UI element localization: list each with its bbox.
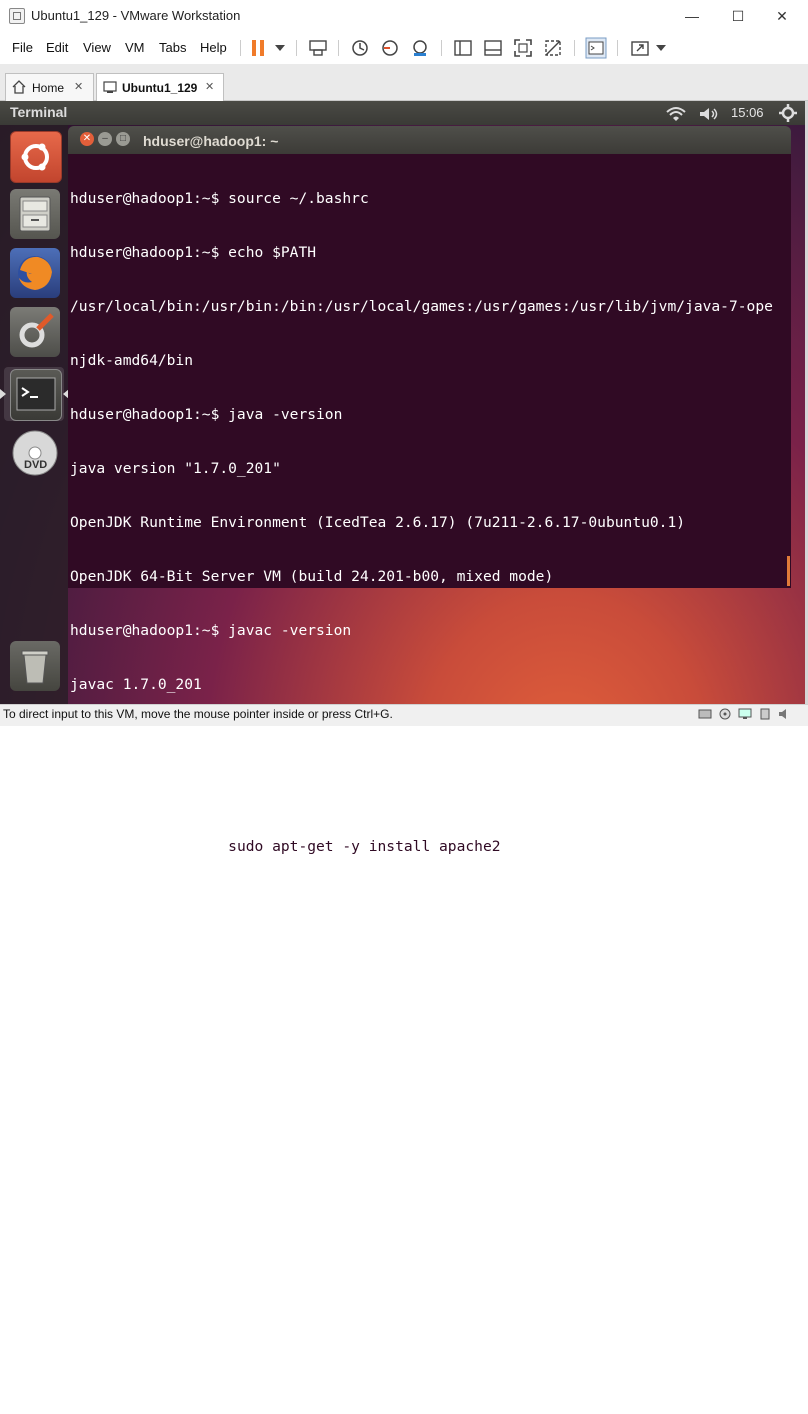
- network-status-icon[interactable]: [738, 708, 752, 720]
- toolbar-separator: [617, 40, 618, 56]
- dvd-icon[interactable]: DVD: [10, 428, 60, 478]
- volume-icon[interactable]: [698, 106, 720, 122]
- status-message: To direct input to this VM, move the mou…: [3, 707, 393, 721]
- files-icon[interactable]: [10, 189, 60, 239]
- tab-ubuntu1-129-close-icon[interactable]: ✕: [205, 80, 214, 93]
- terminal-line: sudo: unable to resolve host hadoop1: [70, 892, 387, 909]
- window-title: Ubuntu1_129 - VMware Workstation: [31, 8, 241, 23]
- panel-app-title: Terminal: [10, 104, 68, 120]
- menu-vm[interactable]: VM: [125, 40, 145, 55]
- snapshot-icon[interactable]: [350, 38, 370, 58]
- menu-help[interactable]: Help: [200, 40, 227, 55]
- terminal-maximize-icon[interactable]: □: [116, 132, 130, 146]
- launcher-running-indicator: [0, 389, 6, 399]
- terminal-line: java version "1.7.0_201": [70, 460, 281, 477]
- dropdown-arrow-icon[interactable]: [655, 42, 667, 54]
- terminal-line: Building dependency tree: [70, 1162, 281, 1179]
- ubuntu-dash-icon[interactable]: [10, 131, 62, 183]
- firefox-icon[interactable]: [10, 248, 60, 298]
- system-gear-icon[interactable]: [779, 104, 797, 122]
- snapshot-manager-icon[interactable]: [410, 38, 430, 58]
- hdd-status-icon[interactable]: [698, 708, 712, 720]
- terminal-line: [sudo] password for hduser:: [70, 946, 308, 963]
- pause-icon[interactable]: [248, 38, 268, 58]
- menu-file[interactable]: File: [12, 40, 33, 55]
- toolbar-separator: [338, 40, 339, 56]
- terminal-output: hduser@hadoop1:~$ source ~/.bashrc hduse…: [70, 154, 790, 1414]
- terminal-line: OpenJDK Runtime Environment (IcedTea 2.6…: [70, 514, 686, 531]
- tab-home-label: Home: [32, 81, 65, 95]
- revert-snapshot-icon[interactable]: [380, 38, 400, 58]
- toolbar-separator: [574, 40, 575, 56]
- terminal-line: hduser@hadoop1:~$ source ~/.bashrc: [70, 190, 369, 207]
- network-wifi-icon[interactable]: [665, 106, 687, 122]
- svg-text:DVD: DVD: [24, 459, 47, 471]
- vm-icon: [103, 81, 117, 93]
- terminal-line: hduser@hadoop1:~$ echo $PATH: [70, 244, 317, 261]
- vmware-app-icon: [9, 8, 25, 24]
- system-settings-icon[interactable]: [10, 307, 60, 357]
- console-view-icon[interactable]: [585, 37, 607, 59]
- terminal-line: Reading state information... Done: [70, 1216, 360, 1233]
- toolbar-separator: [240, 40, 241, 56]
- cd-status-icon[interactable]: [718, 708, 732, 720]
- maximize-button[interactable]: ☐: [728, 6, 748, 26]
- terminal-line: Reading package lists... Done: [70, 1108, 325, 1125]
- tab-ubuntu1-129-label: Ubuntu1_129: [122, 81, 198, 95]
- terminal-line: OpenJDK 64-Bit Server VM (build 24.201-b…: [70, 568, 554, 585]
- terminal-line: javac 1.7.0_201: [70, 676, 202, 693]
- show-library-icon[interactable]: [453, 38, 473, 58]
- terminal-line: apache2 is already the newest version.: [70, 1270, 404, 1287]
- selected-command-text[interactable]: sudo apt-get -y install apache2: [228, 838, 787, 856]
- terminal-close-icon[interactable]: ✕: [80, 132, 94, 146]
- home-icon: [12, 80, 26, 94]
- toolbar-separator: [296, 40, 297, 56]
- stretch-view-icon[interactable]: [630, 38, 650, 58]
- terminal-icon[interactable]: [10, 369, 62, 421]
- usb-status-icon[interactable]: [758, 708, 772, 720]
- send-ctrl-alt-del-icon[interactable]: [308, 38, 328, 58]
- terminal-line: [sudo] password for hduser:: [70, 1054, 308, 1071]
- toolbar-separator: [441, 40, 442, 56]
- terminal-prompt: hduser@hadoop1:~$: [70, 838, 229, 855]
- panel-clock[interactable]: 15:06: [731, 105, 764, 120]
- dropdown-arrow-icon[interactable]: [274, 42, 286, 54]
- unity-icon[interactable]: [543, 38, 563, 58]
- terminal-title: hduser@hadoop1: ~: [143, 133, 279, 149]
- full-screen-icon[interactable]: [513, 38, 533, 58]
- terminal-line: 0 upgraded, 0 newly installed, 0 to remo…: [70, 1324, 633, 1341]
- terminal-minimize-icon[interactable]: –: [98, 132, 112, 146]
- terminal-cursor: [228, 1378, 238, 1395]
- thumbnail-bar-icon[interactable]: [483, 38, 503, 58]
- tab-home-close-icon[interactable]: ✕: [74, 80, 83, 93]
- menu-bar: [0, 32, 808, 64]
- terminal-selected-command-line: hduser@hadoop1:~$ sudo apt-get -y instal…: [70, 838, 790, 856]
- terminal-prompt: hduser@hadoop1:~$: [70, 1378, 229, 1395]
- terminal-line: hduser@hadoop1:~$ javac -version: [70, 622, 352, 639]
- terminal-input-line[interactable]: hduser@hadoop1:~$: [70, 1378, 790, 1396]
- menu-view[interactable]: View: [83, 40, 111, 55]
- sound-status-icon[interactable]: [778, 708, 792, 720]
- trash-icon[interactable]: [10, 641, 60, 691]
- terminal-line: /usr/local/bin:/usr/bin:/bin:/usr/local/…: [70, 298, 773, 315]
- terminal-line: njdk-amd64/bin: [70, 352, 194, 369]
- close-button[interactable]: ✕: [772, 6, 792, 26]
- terminal-line: Sorry, try again.: [70, 1000, 220, 1017]
- terminal-line: hduser@hadoop1:~$ java -version: [70, 406, 343, 423]
- minimize-button[interactable]: —: [682, 6, 702, 26]
- menu-edit[interactable]: Edit: [46, 40, 68, 55]
- terminal-line: hduser@hadoop1:~$ echo $JAVA_HOME: [70, 730, 360, 747]
- terminal-line: /usr/lib/jvm/java-7-openjdk-amd64: [70, 784, 360, 801]
- menu-tabs[interactable]: Tabs: [159, 40, 186, 55]
